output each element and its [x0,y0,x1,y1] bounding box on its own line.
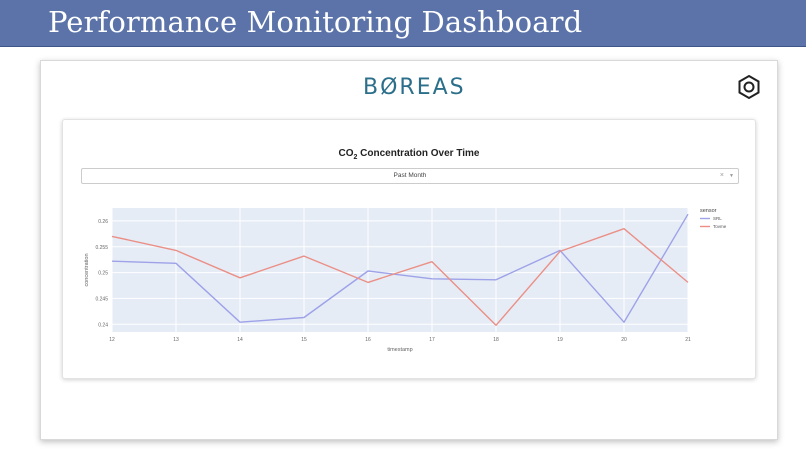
legend-label: SRL [713,216,722,221]
x-tick-label: 13 [173,337,179,343]
y-tick-label: 0.25 [98,271,108,277]
x-axis-label: timestamp [387,347,412,353]
x-tick-label: 18 [493,337,499,343]
x-tick-label: 14 [237,337,243,343]
y-tick-label: 0.24 [98,322,108,328]
line-chart: 12 13 14 15 16 17 18 19 20 21 0.24 0.245 0.25 0.255 0.… [84,208,727,353]
settings-button[interactable] [734,72,764,102]
chart-card: CO2 Concentration Over Time Past Month ×… [62,119,756,379]
legend-title: sensor [700,208,717,214]
hexagon-nut-icon [738,74,760,100]
x-tick-label: 15 [301,337,307,343]
x-tick-label: 16 [365,337,371,343]
page-title: Performance Monitoring Dashboard [48,5,583,39]
y-tick-label: 0.26 [98,219,108,225]
x-tick-label: 19 [557,337,563,343]
x-tick-label: 20 [621,337,627,343]
y-axis-label: concentration [84,253,90,286]
title-banner: Performance Monitoring Dashboard [0,0,806,47]
plot-area [112,208,688,332]
legend-label: Tovme [713,224,727,229]
x-tick-label: 21 [685,337,691,343]
y-tick-label: 0.245 [95,296,108,302]
app-logo: BØREAS [363,75,466,100]
dashboard-window: BØREAS CO2 Concentration Over Time Past … [40,60,778,440]
y-tick-label: 0.255 [95,245,108,251]
x-tick-label: 12 [109,337,115,343]
x-tick-label: 17 [429,337,435,343]
